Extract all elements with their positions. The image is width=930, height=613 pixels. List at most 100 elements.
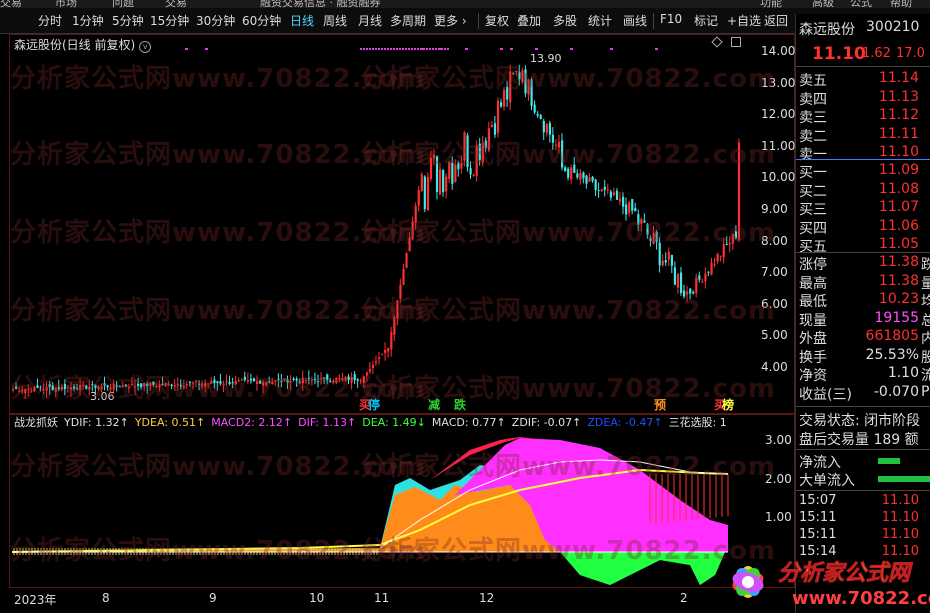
bid-row-value: 11.06: [878, 217, 919, 234]
menu-item[interactable]: 市场: [55, 0, 77, 8]
toolbar-item[interactable]: 5分钟: [112, 12, 144, 29]
ask-row-value: 11.10: [878, 144, 919, 160]
ask-row: 卖五 11.14: [796, 70, 930, 89]
bid-row-value: 11.08: [878, 180, 919, 197]
toolbar-item[interactable]: +自选: [727, 12, 761, 29]
toolbar-item[interactable]: 60分钟: [242, 12, 281, 29]
stat-row: 净资 1.10 流: [796, 365, 930, 384]
indicator-value: ZDIF: -0.07↑: [511, 416, 582, 429]
menu-item[interactable]: 帮助: [890, 0, 912, 8]
tick-time: 15:11: [799, 510, 837, 525]
stat-row: 最低 10.23 均: [796, 291, 930, 310]
signal-marker: 榜: [722, 398, 735, 412]
toolbar-item[interactable]: 30分钟: [196, 12, 235, 29]
tick-time: 15:07: [799, 493, 837, 508]
signal-marker: 停: [368, 398, 381, 412]
menu-item[interactable]: 交易: [165, 0, 187, 8]
chevron-down-icon[interactable]: v: [139, 41, 152, 53]
last-price: 11.10: [812, 44, 866, 64]
toolbar-item[interactable]: 多周期: [390, 12, 426, 29]
indicator-value: YDEA: 0.51↑: [134, 416, 206, 429]
stat-row-value: 19155: [874, 309, 919, 326]
indicator-axis-label: 1.00: [765, 510, 792, 524]
date-axis-label: 11: [374, 591, 390, 605]
price-axis-label: 9.00: [761, 202, 788, 216]
indicator-legend[interactable]: 战龙抓妖 YDIF: 1.32↑ YDEA: 0.51↑ MACD2: 2.12↑ DI…: [14, 414, 733, 430]
chart-title[interactable]: 森远股份(日线 前复权) v: [14, 36, 152, 53]
bid-row: 买三 11.07: [796, 199, 930, 218]
trade-state-label: 交易状态: 闭市阶段: [799, 413, 921, 429]
stat-row-value: 11.38: [878, 254, 919, 270]
toolbar-separator: [653, 13, 654, 29]
tick-price: 11.10: [881, 493, 919, 508]
stock-name: 森远股份: [799, 22, 855, 38]
toolbar-separator: [478, 13, 479, 29]
indicator-axis-label: 2.00: [765, 471, 792, 486]
toolbar-item[interactable]: 1分钟: [72, 12, 104, 29]
toolbar-item[interactable]: 周线: [323, 12, 347, 29]
tick-time: 15:11: [799, 527, 837, 542]
divider: [796, 449, 930, 450]
indicator-value: MACD: 0.77↑: [431, 416, 506, 429]
bid-row-label: 买四: [799, 220, 827, 237]
date-axis-label: 9: [209, 591, 217, 605]
toolbar-item[interactable]: 月线: [358, 12, 382, 29]
stat-row-value: 11.38: [878, 272, 919, 289]
toolbar-item[interactable]: 分时: [38, 12, 62, 29]
stat-row-label: 涨停: [799, 257, 827, 273]
stat-row-label: 净资: [799, 368, 827, 384]
price-axis-label: 12.00: [761, 107, 796, 122]
date-axis-label: 10: [309, 591, 325, 605]
ask-row: 卖三 11.12: [796, 107, 930, 126]
stat-row: 现量 19155 总: [796, 309, 930, 329]
bid-row-label: 买一: [799, 165, 827, 181]
menu-item[interactable]: 公式: [850, 0, 872, 8]
stat-row: 最高 11.38 量: [796, 272, 930, 292]
toolbar-item[interactable]: 15分钟: [150, 12, 189, 29]
stat-row-label: 外盘: [799, 331, 827, 347]
tick-row: 15:11 11.10: [796, 510, 930, 528]
price-row: 11.10 1.62 17.0: [796, 44, 930, 66]
price-axis-label: 4.00: [761, 360, 788, 374]
toolbar-item[interactable]: 多股: [553, 12, 577, 29]
toolbar-item[interactable]: 更多 ›: [434, 12, 467, 29]
net-inflow-bar: [878, 458, 900, 464]
price-axis-label: 6.00: [761, 296, 788, 311]
menu-item[interactable]: 融资交易信息 · 融资融券: [260, 0, 381, 8]
indicator-value: ZDEA: -0.47↑: [587, 416, 663, 429]
menu-item[interactable]: 高级: [812, 0, 834, 8]
stat-row-clipped: 股: [921, 349, 930, 366]
indicator-value: MACD2: 2.12↑: [211, 416, 293, 429]
chart-title-text: 森远股份(日线 前复权): [14, 38, 136, 52]
net-inflow: 净流入: [796, 452, 930, 471]
toolbar-item[interactable]: 复权: [485, 12, 509, 29]
stat-row-label: 收益(三): [799, 386, 852, 403]
toolbar-item[interactable]: 返回: [764, 12, 788, 29]
toolbar-item[interactable]: 统计: [588, 12, 612, 29]
maximize-icon[interactable]: [731, 37, 741, 47]
menu-item[interactable]: 问题: [112, 0, 134, 8]
date-axis-label: 2023年: [14, 593, 57, 607]
divider: [796, 252, 930, 253]
price-axis-label: 13.00: [761, 75, 796, 90]
toolbar-item[interactable]: 画线: [623, 12, 647, 29]
bid-row: 买一 11.09: [796, 162, 930, 181]
big-order-inflow: 大单流入: [796, 470, 930, 489]
menu-item[interactable]: 交易: [0, 0, 22, 8]
toolbar-item[interactable]: 叠加: [517, 12, 541, 29]
ask-row-value: 11.12: [878, 107, 919, 123]
kline-panel: [9, 34, 795, 414]
stat-row-clipped: 总: [921, 312, 930, 329]
big-order-inflow-label: 大单流入: [799, 473, 855, 489]
date-axis-label: 12: [479, 591, 495, 605]
stat-row-clipped: 量: [921, 275, 930, 292]
stat-row: 涨停 11.38 跌: [796, 254, 930, 273]
menu-item[interactable]: 功能: [760, 0, 782, 8]
toolbar-item[interactable]: 日线: [290, 12, 314, 29]
ask-row-value: 11.14: [878, 70, 919, 86]
price-axis-label: 7.00: [761, 265, 788, 280]
toolbar-item[interactable]: F10: [660, 12, 682, 26]
ask-row-label: 卖四: [799, 91, 827, 108]
toolbar-item[interactable]: 标记: [694, 12, 718, 29]
big-inflow-bar: [878, 476, 930, 482]
